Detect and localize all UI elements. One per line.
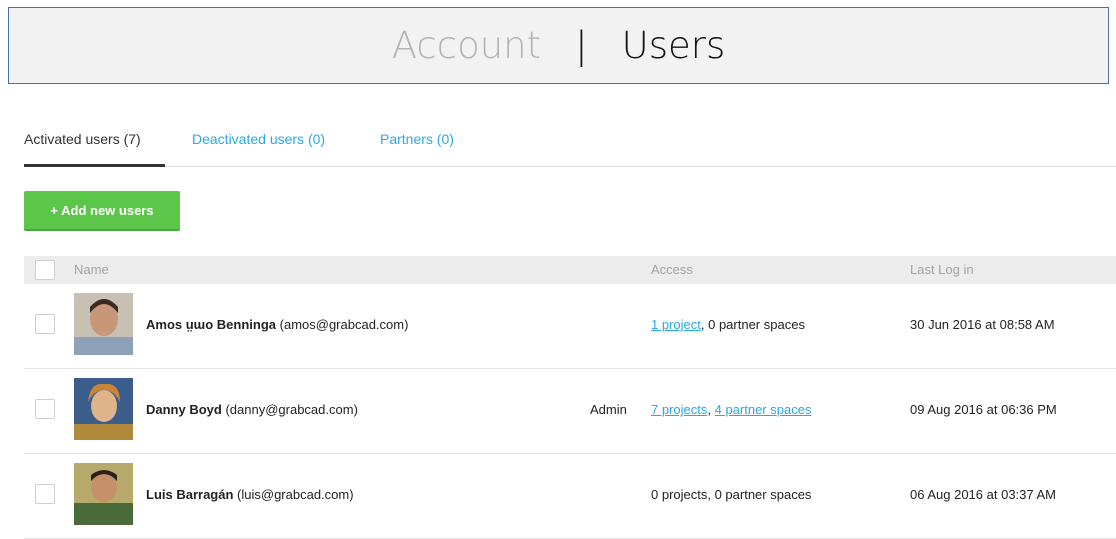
last-login: 06 Aug 2016 at 03:37 AM [910, 487, 1057, 502]
partner-spaces-link[interactable]: 4 partner spaces [715, 402, 812, 417]
user-role: Admin [590, 402, 627, 417]
user-name[interactable]: Luis Barragán (luis@grabcad.com) [146, 487, 354, 502]
avatar [74, 293, 133, 355]
column-access[interactable]: Access [651, 262, 693, 277]
user-access: 0 projects, 0 partner spaces [651, 487, 812, 502]
last-login: 09 Aug 2016 at 06:36 PM [910, 402, 1057, 417]
select-all-checkbox[interactable] [35, 260, 55, 280]
projects-link[interactable]: 7 projects [651, 402, 707, 417]
header-users-label: Users [621, 24, 726, 67]
tab-deactivated-users[interactable]: Deactivated users (0) [192, 131, 325, 147]
page-header: Account | Users [8, 7, 1109, 84]
table-header: Name Access Last Log in [24, 256, 1116, 284]
column-last-login[interactable]: Last Log in [910, 262, 974, 277]
active-tab-indicator [24, 164, 165, 167]
table-row[interactable]: Danny Boyd (danny@grabcad.com) Admin 7 p… [24, 369, 1116, 454]
header-account-label[interactable]: Account [392, 24, 541, 67]
last-login: 30 Jun 2016 at 08:58 AM [910, 317, 1055, 332]
row-checkbox[interactable] [35, 484, 55, 504]
projects-link[interactable]: 1 project [651, 317, 701, 332]
table-row[interactable]: Amos ṳɯo Benninga (amos@grabcad.com) 1 p… [24, 284, 1116, 369]
avatar [74, 463, 133, 525]
user-name[interactable]: Danny Boyd (danny@grabcad.com) [146, 402, 358, 417]
row-checkbox[interactable] [35, 399, 55, 419]
user-access: 1 project, 0 partner spaces [651, 317, 805, 332]
header-separator: | [575, 24, 588, 67]
table-row[interactable]: Luis Barragán (luis@grabcad.com) 0 proje… [24, 454, 1116, 539]
user-access: 7 projects, 4 partner spaces [651, 402, 812, 417]
tab-partners[interactable]: Partners (0) [380, 131, 454, 147]
tab-activated-users[interactable]: Activated users (7) [24, 131, 141, 147]
row-checkbox[interactable] [35, 314, 55, 334]
avatar [74, 378, 133, 440]
user-name[interactable]: Amos ṳɯo Benninga (amos@grabcad.com) [146, 317, 408, 332]
add-new-users-button[interactable]: + Add new users [24, 191, 180, 231]
column-name[interactable]: Name [74, 262, 109, 277]
user-tabs: Activated users (7) Deactivated users (0… [24, 128, 1116, 167]
